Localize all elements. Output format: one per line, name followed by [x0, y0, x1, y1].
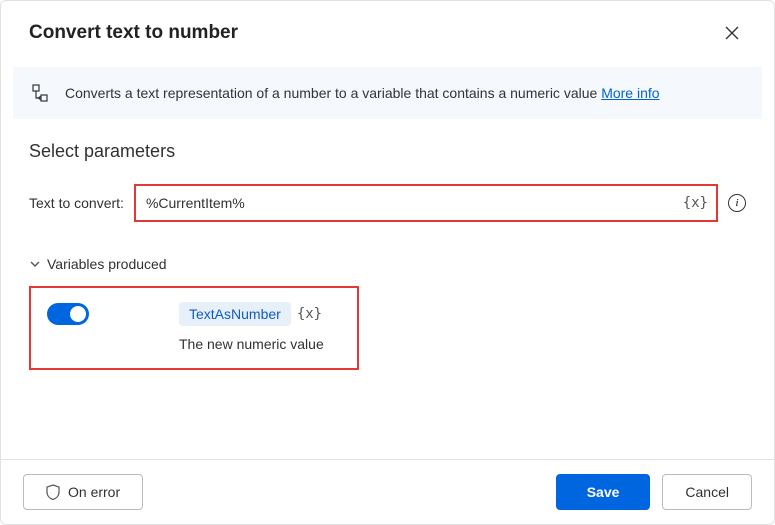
- save-button[interactable]: Save: [556, 474, 651, 510]
- banner-description: Converts a text representation of a numb…: [65, 85, 601, 101]
- banner-text: Converts a text representation of a numb…: [65, 85, 660, 101]
- variables-produced-box: TextAsNumber {x} The new numeric value: [29, 286, 359, 370]
- variable-picker-icon[interactable]: {x}: [683, 195, 708, 211]
- close-button[interactable]: [718, 19, 746, 47]
- cancel-button[interactable]: Cancel: [662, 474, 752, 510]
- action-icon: [31, 83, 51, 103]
- variable-edit-icon[interactable]: {x}: [297, 306, 322, 322]
- info-banner: Converts a text representation of a numb…: [13, 67, 762, 119]
- chevron-down-icon: [29, 258, 41, 270]
- text-to-convert-field-wrap: {x}: [134, 184, 718, 222]
- more-info-link[interactable]: More info: [601, 85, 659, 101]
- text-to-convert-input[interactable]: [146, 195, 680, 211]
- variable-description: The new numeric value: [179, 336, 341, 352]
- dialog-title: Convert text to number: [29, 22, 238, 44]
- section-title: Select parameters: [29, 141, 746, 162]
- text-to-convert-label: Text to convert:: [29, 195, 124, 211]
- variables-produced-label: Variables produced: [47, 256, 167, 272]
- variables-produced-toggle[interactable]: Variables produced: [29, 256, 746, 272]
- info-icon[interactable]: i: [728, 194, 746, 212]
- variable-name-chip[interactable]: TextAsNumber: [179, 302, 291, 326]
- variable-toggle[interactable]: [47, 303, 89, 325]
- close-icon: [724, 25, 740, 41]
- toggle-knob: [70, 306, 86, 322]
- shield-icon: [46, 484, 60, 500]
- on-error-button[interactable]: On error: [23, 474, 143, 510]
- on-error-label: On error: [68, 484, 120, 500]
